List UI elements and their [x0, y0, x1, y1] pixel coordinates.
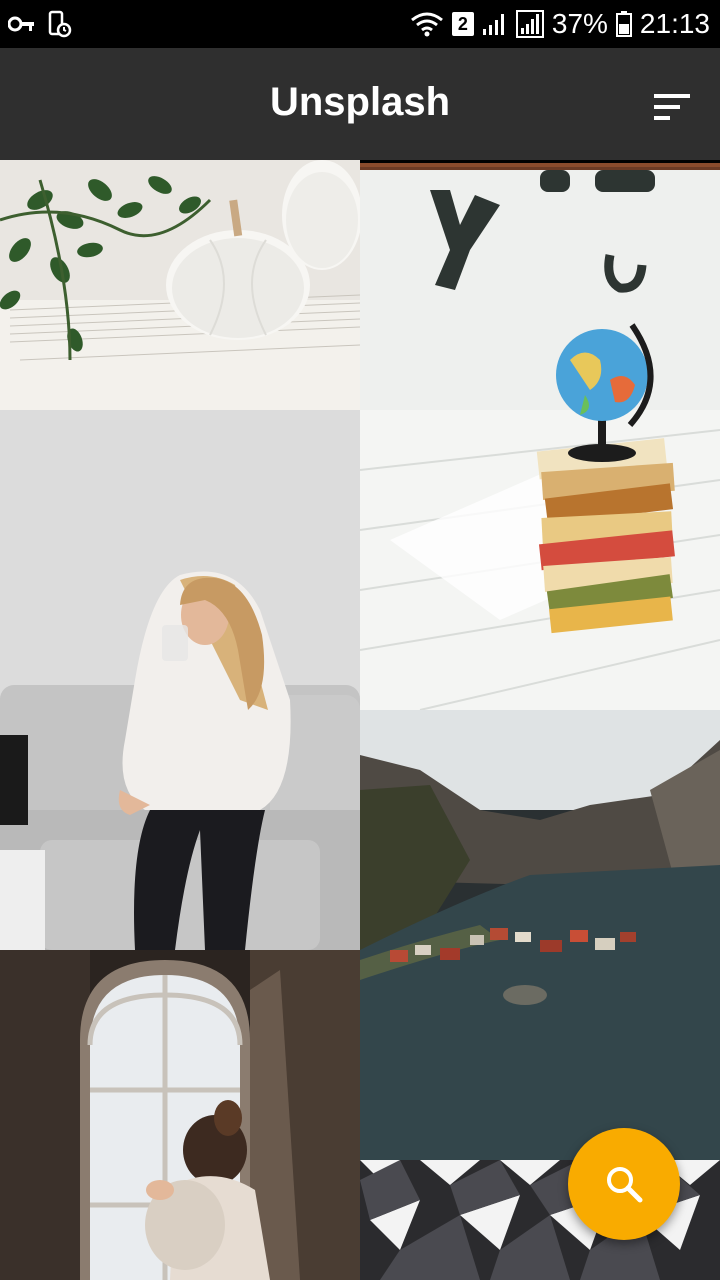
status-left-icons	[8, 10, 72, 38]
photo-woman-sofa[interactable]	[0, 410, 360, 950]
woman-sofa-image	[0, 410, 360, 950]
app-bar: Unsplash	[0, 48, 720, 160]
photo-globe-books[interactable]	[360, 170, 720, 710]
app-title: Unsplash	[269, 80, 451, 124]
globe-books-image	[360, 170, 720, 710]
status-bar: 2 37% 21:13	[0, 0, 720, 48]
key-icon	[8, 16, 34, 32]
fjord-village-image	[360, 710, 720, 1160]
signal-icon-2	[515, 10, 544, 38]
girl-window-image	[0, 950, 360, 1280]
photo-pumpkins[interactable]	[0, 160, 360, 410]
sim-badge-icon: 2	[451, 12, 474, 36]
battery-icon	[615, 11, 632, 37]
pumpkins-image	[0, 160, 360, 410]
phone-clock-icon	[48, 10, 72, 38]
search-fab[interactable]	[568, 1128, 680, 1240]
top-strip-image	[360, 163, 720, 170]
photo-top-strip[interactable]	[360, 160, 720, 170]
photo-girl-window[interactable]	[0, 950, 360, 1280]
sim-badge-number: 2	[457, 14, 468, 34]
photo-fjord-village[interactable]	[360, 710, 720, 1160]
status-right: 2 37% 21:13	[410, 6, 710, 42]
signal-icon	[482, 14, 504, 35]
search-icon	[607, 1167, 643, 1203]
wifi-icon	[410, 12, 443, 37]
clock-time: 21:13	[639, 8, 710, 39]
battery-percent: 37%	[551, 8, 608, 39]
sort-icon[interactable]	[654, 92, 690, 122]
